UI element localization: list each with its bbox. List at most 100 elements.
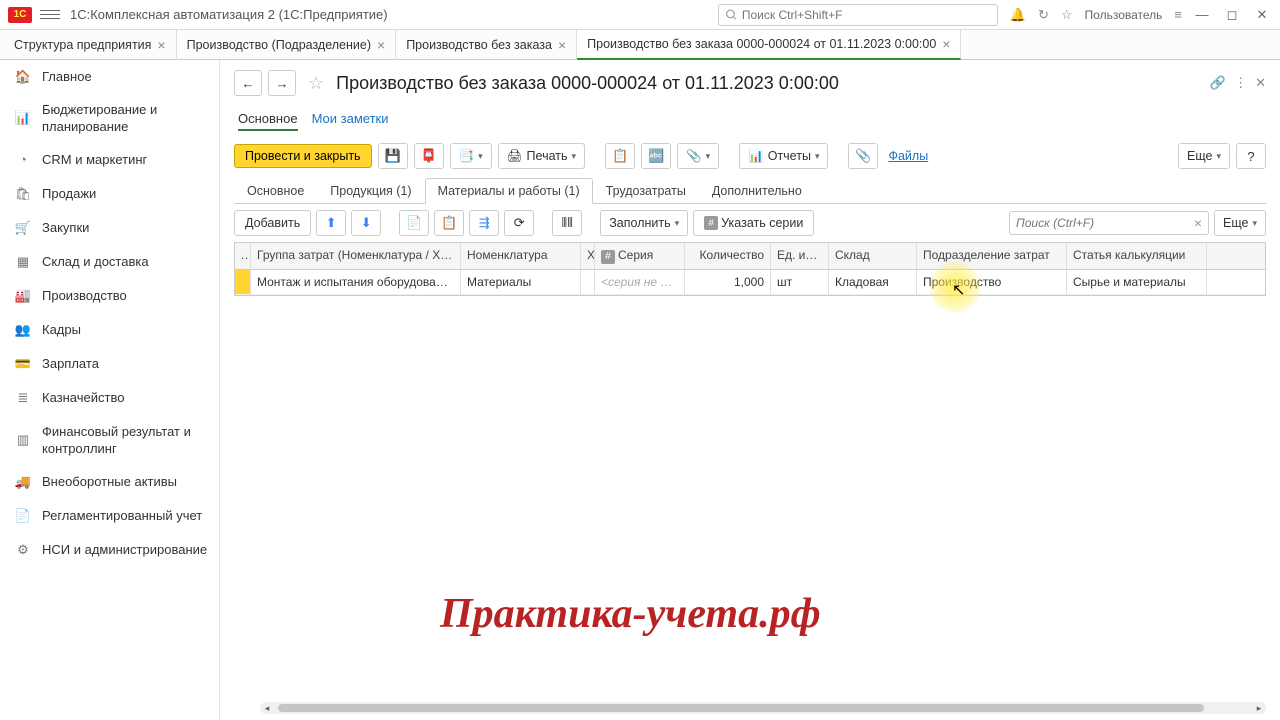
innertab-materials[interactable]: Материалы и работы (1): [425, 178, 593, 204]
sidebar-item-main[interactable]: 🏠Главное: [0, 60, 219, 94]
table-row[interactable]: Монтаж и испытания оборудования Материал…: [235, 270, 1265, 295]
series-button[interactable]: #Указать серии: [693, 210, 814, 236]
sidebar-item-finance[interactable]: ▥Финансовый результат и контроллинг: [0, 416, 219, 466]
factory-icon: 🏭: [14, 288, 32, 306]
cell-characteristic[interactable]: [581, 270, 595, 294]
cell-quantity[interactable]: 1,000: [685, 270, 771, 294]
cell-cost-item[interactable]: Сырье и материалы: [1067, 270, 1207, 294]
tab-close-icon[interactable]: ×: [558, 37, 566, 53]
history-icon[interactable]: ↻: [1038, 7, 1049, 23]
maximize-button[interactable]: ◻: [1222, 5, 1242, 25]
settings-icon[interactable]: ≡: [1174, 7, 1182, 22]
sidebar-item-salary[interactable]: 💳Зарплата: [0, 348, 219, 382]
sidebar-item-regulated[interactable]: 📄Регламентированный учет: [0, 500, 219, 534]
global-search-input[interactable]: [742, 8, 991, 22]
tool-btn-3[interactable]: 📎▾: [677, 143, 719, 169]
table-more-button[interactable]: Еще ▾: [1214, 210, 1266, 236]
sidebar-item-warehouse[interactable]: ▦Склад и доставка: [0, 246, 219, 280]
table-search-input[interactable]: [1016, 216, 1190, 230]
sidebar-item-treasury[interactable]: ≣Казначейство: [0, 382, 219, 416]
print-button[interactable]: 🖨 Печать ▾: [498, 143, 585, 169]
move-up-button[interactable]: ⬆: [316, 210, 346, 236]
cell-nomenclature[interactable]: Материалы: [461, 270, 581, 294]
more-button[interactable]: Еще ▾: [1178, 143, 1230, 169]
innertab-additional[interactable]: Дополнительно: [699, 178, 815, 204]
files-link[interactable]: Файлы: [888, 149, 928, 163]
col-department[interactable]: Подразделение затрат: [917, 243, 1067, 269]
user-label[interactable]: Пользователь: [1085, 8, 1163, 22]
fill-button[interactable]: Заполнить ▾: [600, 210, 688, 236]
table-search[interactable]: ×: [1009, 211, 1209, 235]
document-header: ← → ☆ Производство без заказа 0000-00002…: [220, 60, 1280, 102]
tab-production-no-order[interactable]: Производство без заказа×: [396, 30, 577, 60]
tab-close-icon[interactable]: ×: [157, 37, 165, 53]
sidebar-item-production[interactable]: 🏭Производство: [0, 280, 219, 314]
share-button[interactable]: ⇶: [469, 210, 499, 236]
col-unit[interactable]: Ед. изм.: [771, 243, 829, 269]
save-button[interactable]: 💾: [378, 143, 408, 169]
sidebar-item-budgeting[interactable]: 📊Бюджетирование и планирование: [0, 94, 219, 144]
col-warehouse[interactable]: Склад: [829, 243, 917, 269]
tool-btn-2[interactable]: 🔤: [641, 143, 671, 169]
add-button[interactable]: Добавить: [234, 210, 311, 236]
attach-button[interactable]: 📎: [848, 143, 878, 169]
innertab-labor[interactable]: Трудозатраты: [593, 178, 699, 204]
tab-document[interactable]: Производство без заказа 0000-000024 от 0…: [577, 30, 961, 60]
copy-button[interactable]: 📄: [399, 210, 429, 236]
star-icon[interactable]: ☆: [308, 73, 324, 94]
minimize-button[interactable]: —: [1192, 5, 1212, 25]
innertab-products[interactable]: Продукция (1): [317, 178, 424, 204]
tab-structure[interactable]: Структура предприятия×: [4, 30, 177, 60]
cell-group[interactable]: Монтаж и испытания оборудования: [251, 270, 461, 294]
kebab-icon[interactable]: ⋮: [1234, 75, 1247, 91]
reports-button[interactable]: 📊 Отчеты ▾: [739, 143, 828, 169]
col-cost-item[interactable]: Статья калькуляции: [1067, 243, 1207, 269]
move-down-button[interactable]: ⬇: [351, 210, 381, 236]
tab-close-icon[interactable]: ×: [942, 36, 950, 52]
sidebar-item-crm[interactable]: ◔CRM и маркетинг: [0, 144, 219, 178]
global-search[interactable]: [718, 4, 998, 26]
cell-warehouse[interactable]: Кладовая: [829, 270, 917, 294]
favorite-icon[interactable]: ☆: [1061, 7, 1073, 23]
tab-production-dept[interactable]: Производство (Подразделение)×: [177, 30, 397, 60]
scroll-left-icon[interactable]: ◂: [260, 702, 274, 714]
scroll-right-icon[interactable]: ▸: [1252, 702, 1266, 714]
sidebar-item-sales[interactable]: 🛍Продажи: [0, 178, 219, 212]
subtab-main[interactable]: Основное: [238, 108, 298, 131]
sidebar-item-hr[interactable]: 👥Кадры: [0, 314, 219, 348]
nav-back-button[interactable]: ←: [234, 70, 262, 96]
cell-unit[interactable]: шт: [771, 270, 829, 294]
scrollbar-thumb[interactable]: [278, 704, 1204, 712]
cell-department[interactable]: Производство: [917, 270, 1067, 294]
tab-close-icon[interactable]: ×: [377, 37, 385, 53]
barcode-button[interactable]: ⦀⦀: [552, 210, 582, 236]
link-icon[interactable]: 🔗: [1210, 75, 1226, 91]
col-marker[interactable]: .: [235, 243, 251, 269]
col-series[interactable]: #Серия: [595, 243, 685, 269]
bell-icon[interactable]: 🔔: [1010, 7, 1026, 23]
document-toolbar: Провести и закрыть 💾 📮 📑▾ 🖨 Печать ▾ 📋 🔤…: [220, 139, 1280, 177]
post-and-close-button[interactable]: Провести и закрыть: [234, 144, 372, 168]
hamburger-icon[interactable]: [40, 5, 60, 25]
col-quantity[interactable]: Количество: [685, 243, 771, 269]
subtab-notes[interactable]: Мои заметки: [312, 108, 389, 131]
horizontal-scrollbar[interactable]: ◂ ▸: [260, 702, 1266, 714]
post-button[interactable]: 📮: [414, 143, 444, 169]
cell-series[interactable]: <серия не ук...: [595, 270, 685, 294]
refresh-button[interactable]: ⟳: [504, 210, 534, 236]
help-button[interactable]: ?: [1236, 143, 1266, 169]
clear-search-icon[interactable]: ×: [1194, 215, 1202, 231]
close-button[interactable]: ✕: [1252, 5, 1272, 25]
sidebar-item-assets[interactable]: 🚚Внеоборотные активы: [0, 466, 219, 500]
innertab-main[interactable]: Основное: [234, 178, 317, 204]
col-nomenclature[interactable]: Номенклатура: [461, 243, 581, 269]
sidebar-item-admin[interactable]: ⚙НСИ и администрирование: [0, 534, 219, 568]
sidebar-item-purchases[interactable]: 🛒Закупки: [0, 212, 219, 246]
col-characteristic[interactable]: Х: [581, 243, 595, 269]
create-based-button[interactable]: 📑▾: [450, 143, 492, 169]
col-group[interactable]: Группа затрат (Номенклатура / Ха...: [251, 243, 461, 269]
close-doc-icon[interactable]: ✕: [1255, 75, 1266, 91]
nav-forward-button[interactable]: →: [268, 70, 296, 96]
tool-btn-1[interactable]: 📋: [605, 143, 635, 169]
paste-button[interactable]: 📋: [434, 210, 464, 236]
